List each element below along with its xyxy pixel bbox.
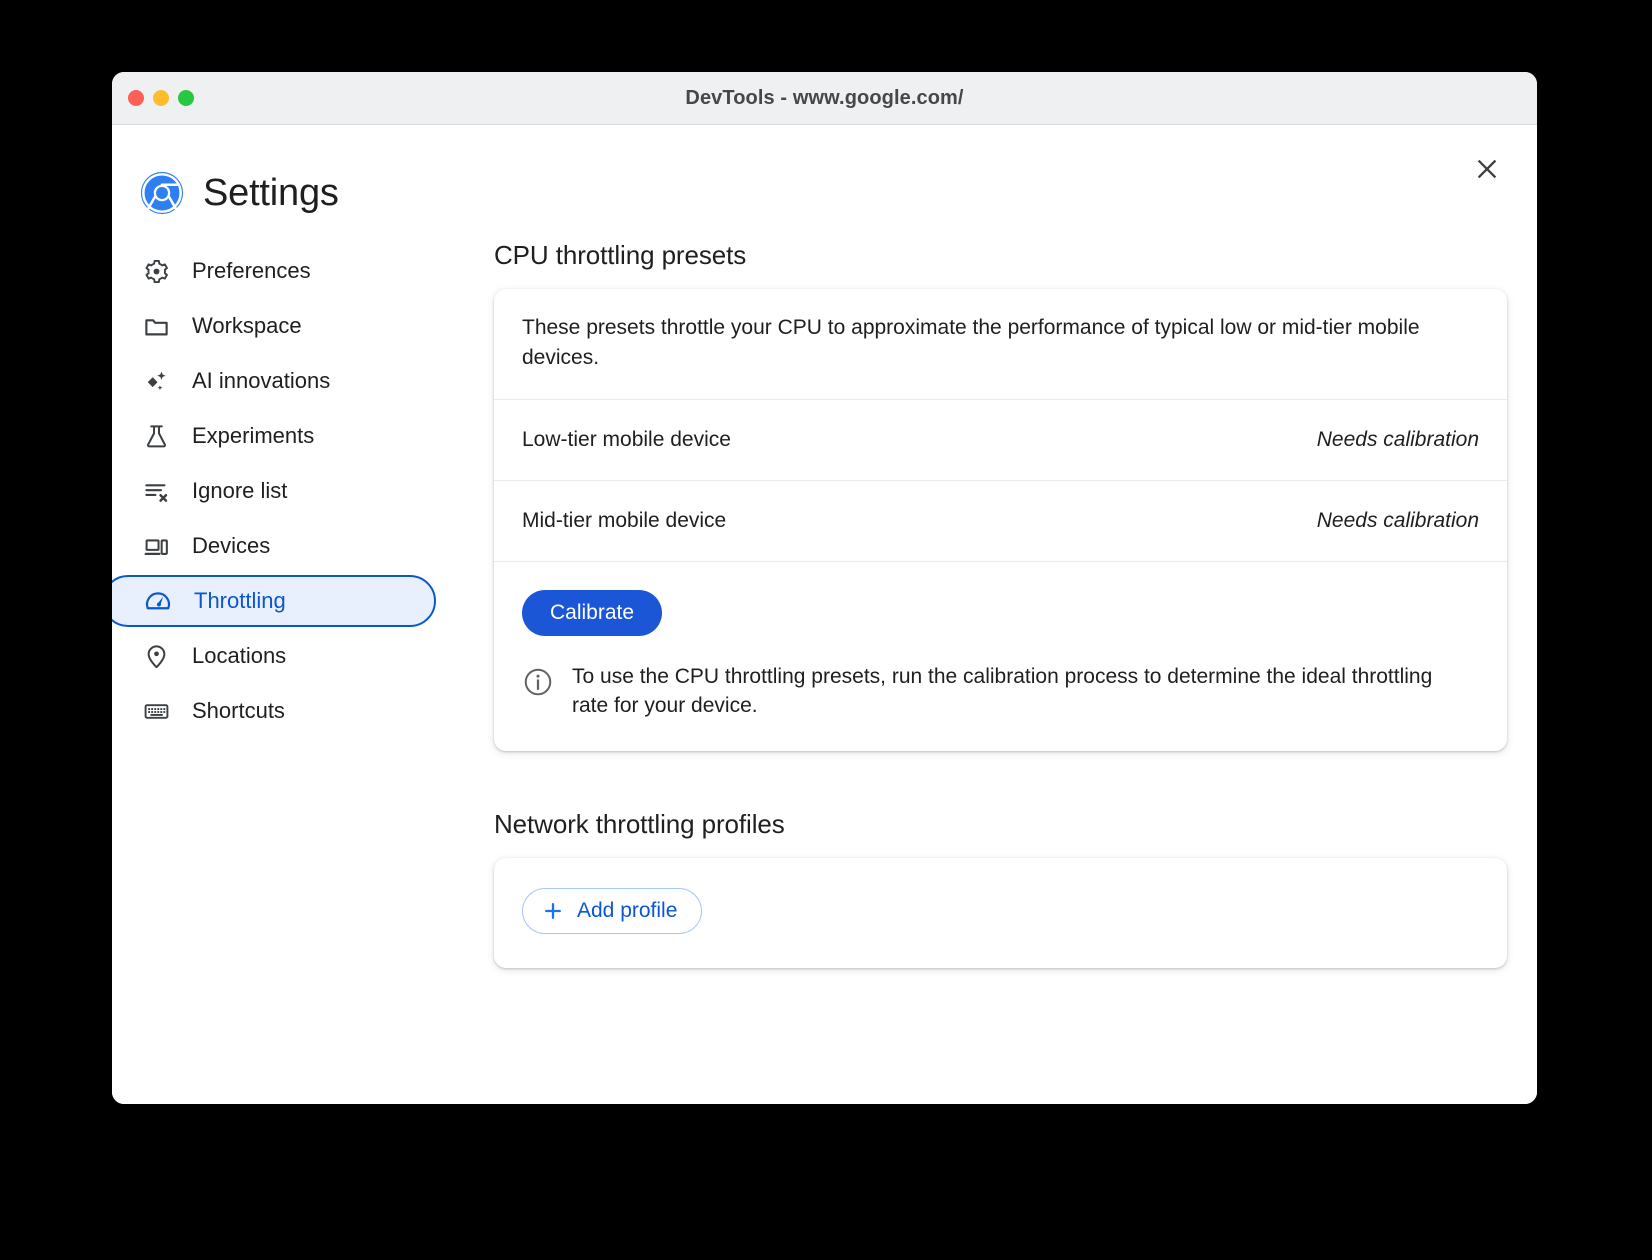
screen-root: DevTools - www.google.com/ Settings Pref…	[0, 0, 1652, 1260]
cpu-card-actions: Calibrate To use the CPU throttling pres…	[494, 562, 1507, 752]
sidebar-item-label: AI innovations	[192, 368, 331, 393]
sidebar-item-shortcuts[interactable]: Shortcuts	[112, 685, 436, 737]
cpu-throttling-card: These presets throttle your CPU to appro…	[494, 289, 1507, 752]
devtools-window: DevTools - www.google.com/ Settings Pref…	[112, 72, 1537, 1104]
add-profile-label: Add profile	[577, 899, 678, 923]
status-badge: Needs calibration	[1316, 427, 1479, 451]
add-profile-button[interactable]: Add profile	[522, 888, 703, 935]
close-settings-button[interactable]	[1465, 147, 1509, 191]
page-title: Settings	[203, 171, 339, 214]
settings-sidebar: Preferences Workspace AI innovations Exp…	[112, 216, 484, 740]
preset-row[interactable]: Mid-tier mobile device Needs calibration	[494, 481, 1507, 562]
info-icon	[522, 666, 554, 703]
calibration-info: To use the CPU throttling presets, run t…	[522, 662, 1479, 722]
window-titlebar: DevTools - www.google.com/	[112, 72, 1537, 125]
sidebar-item-locations[interactable]: Locations	[112, 630, 436, 682]
sidebar-item-ignore-list[interactable]: Ignore list	[112, 465, 436, 517]
sidebar-item-label: Devices	[192, 533, 271, 558]
cpu-section-title: CPU throttling presets	[494, 240, 747, 270]
sidebar-item-devices[interactable]: Devices	[112, 520, 436, 572]
plus-icon	[541, 899, 565, 923]
window-body: Settings Preferences Workspace AI innova…	[112, 125, 1537, 1104]
speedometer-icon	[144, 587, 172, 615]
network-profiles-card: Add profile	[494, 858, 1507, 969]
chrome-logo-icon	[140, 171, 184, 215]
network-card-body: Add profile	[494, 858, 1507, 968]
sidebar-item-throttling[interactable]: Throttling	[112, 575, 436, 627]
sidebar-item-workspace[interactable]: Workspace	[112, 300, 436, 352]
preset-row[interactable]: Low-tier mobile device Needs calibration	[494, 400, 1507, 481]
sidebar-item-label: Preferences	[192, 258, 311, 283]
calibration-info-text: To use the CPU throttling presets, run t…	[572, 664, 1433, 718]
folder-icon	[142, 312, 170, 340]
calibrate-button[interactable]: Calibrate	[522, 589, 663, 636]
preset-name: Low-tier mobile device	[522, 427, 731, 451]
devices-icon	[142, 532, 170, 560]
sidebar-item-ai-innovations[interactable]: AI innovations	[112, 355, 436, 407]
flask-icon	[142, 422, 170, 450]
sidebar-item-experiments[interactable]: Experiments	[112, 410, 436, 462]
keyboard-icon	[142, 697, 170, 725]
close-icon	[1477, 159, 1497, 179]
status-badge: Needs calibration	[1316, 508, 1479, 532]
network-section-title: Network throttling profiles	[494, 809, 785, 840]
list-x-icon	[142, 477, 170, 505]
zoom-window-button[interactable]	[178, 90, 194, 106]
settings-header: Settings	[112, 125, 1537, 216]
cpu-intro-text: These presets throttle your CPU to appro…	[494, 289, 1507, 400]
preset-name: Mid-tier mobile device	[522, 508, 727, 532]
sidebar-item-label: Experiments	[192, 423, 315, 448]
gear-icon	[142, 257, 170, 285]
sidebar-item-label: Locations	[192, 643, 287, 668]
sparkle-icon	[142, 367, 170, 395]
location-pin-icon	[142, 642, 170, 670]
window-title: DevTools - www.google.com/	[685, 86, 964, 109]
settings-layout: Preferences Workspace AI innovations Exp…	[112, 216, 1537, 969]
sidebar-item-label: Workspace	[192, 313, 302, 338]
minimize-window-button[interactable]	[153, 90, 169, 106]
sidebar-item-label: Throttling	[194, 588, 286, 613]
sidebar-item-label: Shortcuts	[192, 698, 285, 723]
sidebar-item-label: Ignore list	[192, 478, 288, 503]
window-traffic-lights[interactable]	[128, 90, 194, 106]
sidebar-item-preferences[interactable]: Preferences	[112, 245, 436, 297]
settings-content: CPU throttling presets These presets thr…	[484, 216, 1537, 969]
close-window-button[interactable]	[128, 90, 144, 106]
